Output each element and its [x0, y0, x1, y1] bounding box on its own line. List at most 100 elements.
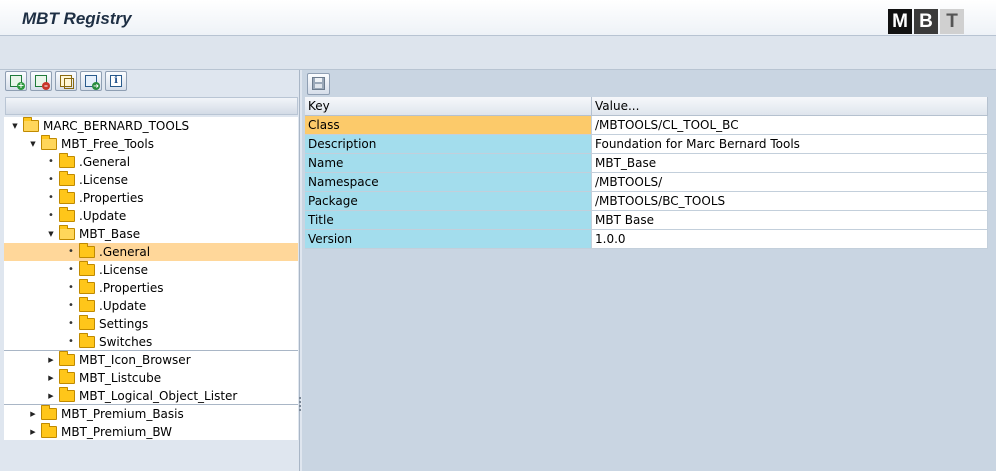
grid-row[interactable]: Class/MBTOOLS/CL_TOOL_BC	[305, 116, 988, 135]
tree-node-label: .License	[79, 173, 129, 187]
expand-arrow-icon[interactable]: ▶	[46, 356, 56, 364]
save-button[interactable]	[307, 73, 330, 95]
value-cell[interactable]: 1.0.0	[592, 230, 988, 249]
tree-node-label: MBT_Premium_BW	[61, 425, 172, 439]
tree-leaf[interactable]: • .Update	[4, 207, 298, 225]
leaf-bullet-icon: •	[68, 300, 74, 311]
tree-node-label: Settings	[99, 317, 149, 331]
key-cell[interactable]: Title	[305, 211, 592, 230]
tree-leaf[interactable]: • .License	[4, 171, 298, 189]
key-value-grid: Key Value... Class/MBTOOLS/CL_TOOL_BC Des…	[305, 97, 988, 249]
expand-arrow-icon[interactable]: ▶	[28, 428, 38, 436]
leaf-bullet-icon: •	[68, 336, 74, 347]
info-button[interactable]: i	[105, 71, 127, 91]
expand-arrow-icon[interactable]: ▶	[46, 392, 56, 400]
collapse-arrow-icon[interactable]: ▼	[28, 140, 38, 148]
folder-icon	[41, 423, 57, 438]
tree-node[interactable]: ▶ MBT_Listcube	[4, 369, 298, 387]
grid-row[interactable]: Package/MBTOOLS/BC_TOOLS	[305, 192, 988, 211]
collapse-node-button[interactable]	[30, 71, 52, 91]
tree-node-label: .General	[99, 245, 151, 259]
tree-node[interactable]: ▶ MBT_Icon_Browser	[4, 351, 298, 369]
tree-node-label: MBT_Listcube	[79, 371, 162, 385]
grid-row[interactable]: Version 1.0.0	[305, 230, 988, 249]
collapse-arrow-icon[interactable]: ▼	[10, 122, 20, 130]
folder-icon	[41, 405, 57, 420]
registry-tree: ▼ MARC_BERNARD_TOOLS ▼ MBT_Free_Tools • .Gene…	[4, 117, 298, 440]
copy-icon	[60, 75, 74, 89]
grid-row[interactable]: Name MBT_Base	[305, 154, 988, 173]
key-cell[interactable]: Package	[305, 192, 592, 211]
column-header-key[interactable]: Key	[305, 97, 592, 116]
value-cell[interactable]: /MBTOOLS/CL_TOOL_BC	[592, 116, 988, 135]
mbt-logo: M B T	[888, 9, 966, 34]
key-cell[interactable]: Namespace	[305, 173, 592, 192]
folder-icon	[59, 207, 75, 222]
tree-column-header[interactable]	[5, 97, 298, 115]
tree-toolbar: i	[5, 71, 127, 91]
separator-after-mbt-base	[4, 350, 298, 351]
value-cell[interactable]: MBT Base	[592, 211, 988, 230]
folder-icon	[79, 243, 95, 258]
leaf-bullet-icon: •	[68, 246, 74, 257]
tree-node-label: .Update	[99, 299, 147, 313]
logo-letter-m: M	[888, 9, 912, 34]
logo-letter-t: T	[940, 9, 964, 34]
grid-row[interactable]: Title MBT Base	[305, 211, 988, 230]
value-cell[interactable]: /MBTOOLS/BC_TOOLS	[592, 192, 988, 211]
collapse-arrow-icon[interactable]: ▼	[46, 230, 56, 238]
value-cell[interactable]: /MBTOOLS/	[592, 173, 988, 192]
tree-leaf[interactable]: • .General	[4, 243, 298, 261]
tree-leaf[interactable]: • .Properties	[4, 279, 298, 297]
tree-node-label: Switches	[99, 335, 153, 349]
tree-node-label: MBT_Base	[79, 227, 141, 241]
tree-node-label: .Properties	[79, 191, 144, 205]
tree-leaf[interactable]: • Switches	[4, 333, 298, 351]
folder-icon	[79, 315, 95, 330]
expand-node-button[interactable]	[5, 71, 27, 91]
leaf-bullet-icon: •	[68, 318, 74, 329]
tree-leaf[interactable]: • .License	[4, 261, 298, 279]
expand-arrow-icon[interactable]: ▶	[46, 374, 56, 382]
value-cell[interactable]: MBT_Base	[592, 154, 988, 173]
tree-node[interactable]: ▶ MBT_Premium_BW	[4, 423, 298, 441]
key-cell[interactable]: Version	[305, 230, 592, 249]
tree-leaf[interactable]: • Settings	[4, 315, 298, 333]
tree-node-label: MBT_Premium_Basis	[61, 407, 184, 421]
column-header-value[interactable]: Value...	[592, 97, 988, 116]
tree-node[interactable]: ▼ MARC_BERNARD_TOOLS	[4, 117, 298, 135]
tree-leaf[interactable]: • .Update	[4, 297, 298, 315]
copy-button[interactable]	[55, 71, 77, 91]
tree-node[interactable]: ▼ MBT_Free_Tools	[4, 135, 298, 153]
leaf-bullet-icon: •	[48, 156, 54, 167]
tree-node[interactable]: ▶ MBT_Logical_Object_Lister	[4, 387, 298, 405]
key-cell[interactable]: Name	[305, 154, 592, 173]
tree-node-label: MBT_Logical_Object_Lister	[79, 389, 238, 403]
grid-header-row: Key Value...	[305, 97, 988, 116]
folder-icon	[79, 297, 95, 312]
folder-icon	[59, 189, 75, 204]
tree-node[interactable]: ▼ MBT_Base	[4, 225, 298, 243]
collapse-node-icon	[35, 75, 50, 90]
key-cell[interactable]: Description	[305, 135, 592, 154]
folder-open-icon	[23, 117, 39, 132]
tree-node[interactable]: ▶ MBT_Premium_Basis	[4, 405, 298, 423]
folder-icon	[79, 279, 95, 294]
folder-open-icon	[41, 135, 57, 150]
tree-node-label: .General	[79, 155, 131, 169]
key-cell[interactable]: Class	[305, 116, 592, 135]
tree-leaf[interactable]: • .General	[4, 153, 298, 171]
folder-icon	[79, 261, 95, 276]
tree-node-label: MARC_BERNARD_TOOLS	[43, 119, 190, 133]
folder-open-icon	[59, 225, 75, 240]
grid-row[interactable]: Namespace/MBTOOLS/	[305, 173, 988, 192]
grid-row[interactable]: Description Foundation for Marc Bernard T…	[305, 135, 988, 154]
value-cell[interactable]: Foundation for Marc Bernard Tools	[592, 135, 988, 154]
tree-leaf[interactable]: • .Properties	[4, 189, 298, 207]
tree-node-label: .License	[99, 263, 149, 277]
transport-button[interactable]	[80, 71, 102, 91]
folder-icon	[59, 351, 75, 366]
tree-node-label: .Update	[79, 209, 127, 223]
expand-arrow-icon[interactable]: ▶	[28, 410, 38, 418]
folder-icon	[59, 171, 75, 186]
